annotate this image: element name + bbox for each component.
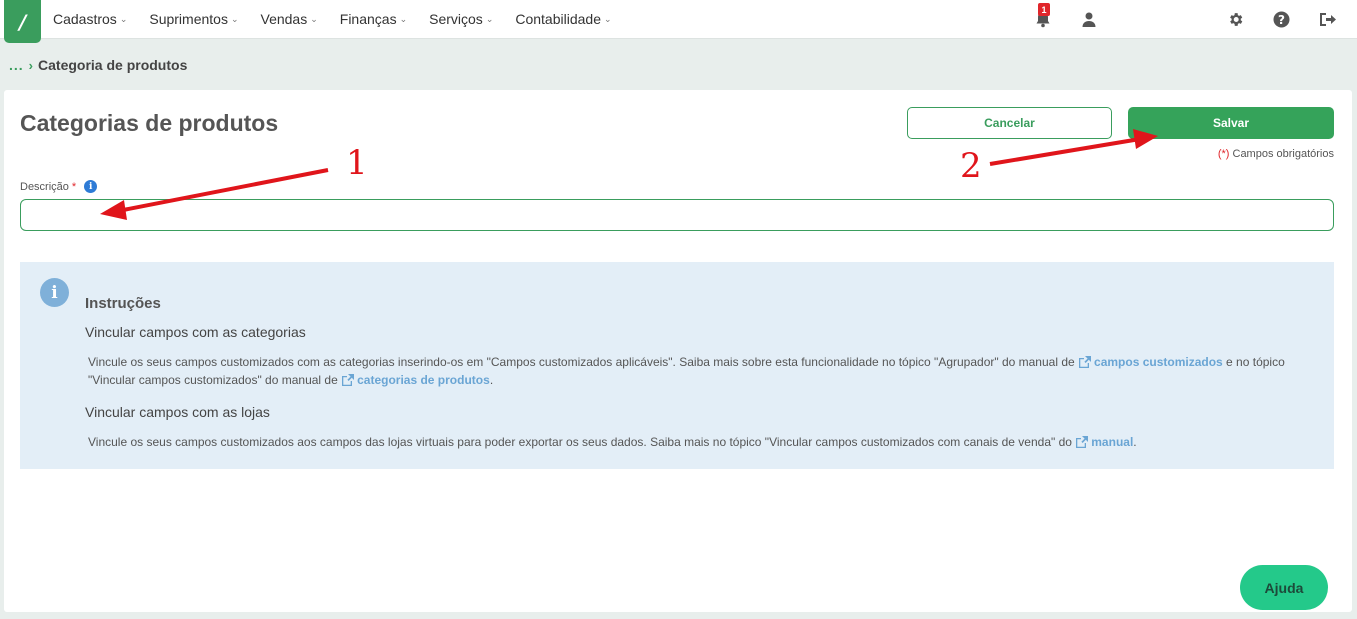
svg-text:?: ?: [1278, 12, 1285, 26]
top-navbar: / Cadastros ⌄ Suprimentos ⌄ Vendas ⌄ Finanç…: [0, 0, 1357, 43]
notification-badge: 1: [1038, 3, 1050, 16]
description-label-text: Descrição: [20, 180, 69, 193]
user-icon: [1082, 12, 1096, 27]
required-fields-note: (*) Campos obrigatórios: [1218, 148, 1334, 160]
external-link-icon: [342, 374, 355, 386]
gear-icon: [1229, 12, 1242, 26]
menu-label: Finanças: [339, 11, 397, 27]
menu-vendas[interactable]: Vendas ⌄: [261, 11, 318, 27]
logout-icon: [1319, 12, 1336, 26]
external-link-icon: [1076, 436, 1089, 448]
chevron-right-icon: ›: [28, 57, 34, 73]
section2-text-a: Vincule os seus campos customizados aos …: [88, 435, 1076, 449]
breadcrumb-current: Categoria de produtos: [38, 57, 188, 73]
menu-servicos[interactable]: Serviços ⌄: [429, 11, 493, 27]
page-title: Categorias de produtos: [20, 110, 279, 136]
app-logo[interactable]: /: [4, 0, 41, 43]
section2-title: Vincular campos com as lojas: [85, 404, 270, 420]
chevron-down-icon: ⌄: [119, 13, 128, 24]
external-link-icon: [1079, 356, 1092, 368]
info-icon[interactable]: i: [84, 180, 98, 193]
section2-text: Vincule os seus campos customizados aos …: [88, 433, 1308, 451]
chevron-down-icon: ⌄: [399, 13, 408, 24]
help-button-nav[interactable]: ?: [1270, 8, 1292, 30]
menu-label: Suprimentos: [149, 11, 228, 27]
chevron-down-icon: ⌄: [603, 13, 612, 24]
breadcrumb: ... › Categoria de produtos: [9, 57, 187, 73]
menu-financas[interactable]: Finanças ⌄: [340, 11, 407, 27]
section1-title: Vincular campos com as categorias: [85, 324, 306, 340]
info-circle-icon: i: [40, 278, 69, 307]
logout-button[interactable]: [1316, 8, 1338, 30]
menu-label: Cadastros: [53, 11, 117, 27]
question-icon: ?: [1273, 11, 1289, 27]
cancel-button[interactable]: Cancelar: [907, 107, 1112, 139]
menu-label: Contabilidade: [515, 11, 601, 27]
link-text: manual: [1091, 435, 1134, 449]
notifications-button[interactable]: 1: [1032, 3, 1054, 30]
annotation-number-2: 2: [960, 146, 982, 186]
settings-button[interactable]: [1224, 8, 1246, 30]
section1-text-c: .: [489, 373, 494, 387]
menu-suprimentos[interactable]: Suprimentos ⌄: [149, 11, 238, 27]
form-card: Categorias de produtos Cancelar Salvar (…: [4, 90, 1352, 612]
menu-contabilidade[interactable]: Contabilidade ⌄: [515, 11, 611, 27]
manual-link[interactable]: manual: [1075, 435, 1133, 449]
required-asterisk: *: [71, 180, 77, 193]
breadcrumb-ellipsis[interactable]: ...: [9, 57, 24, 73]
menu-label: Vendas: [260, 11, 308, 27]
help-floating-button[interactable]: Ajuda: [1240, 565, 1328, 610]
chevron-down-icon: ⌄: [230, 13, 239, 24]
link-text: campos customizados: [1094, 355, 1223, 369]
section1-text: Vincule os seus campos customizados com …: [88, 353, 1308, 389]
categorias-de-produtos-link[interactable]: categorias de produtos: [341, 373, 490, 387]
instructions-title: Instruções: [85, 295, 161, 312]
campos-customizados-link[interactable]: campos customizados: [1078, 355, 1223, 369]
section2-text-b: .: [1133, 435, 1137, 449]
user-button[interactable]: [1078, 8, 1100, 30]
required-note-text: Campos obrigatórios: [1232, 148, 1335, 160]
description-input[interactable]: [20, 199, 1334, 231]
instructions-panel: i Instruções Vincular campos com as cate…: [20, 262, 1334, 469]
description-label: Descrição * i: [20, 180, 98, 193]
annotation-number-1: 1: [346, 143, 368, 183]
section1-text-a: Vincule os seus campos customizados com …: [88, 355, 1079, 369]
save-button[interactable]: Salvar: [1128, 107, 1334, 139]
menu-label: Serviços: [429, 11, 483, 27]
required-mark: (*): [1217, 148, 1230, 160]
menu-cadastros[interactable]: Cadastros ⌄: [53, 11, 127, 27]
main-menu: Cadastros ⌄ Suprimentos ⌄ Vendas ⌄ Finanças…: [53, 0, 634, 38]
link-text: categorias de produtos: [357, 373, 490, 387]
chevron-down-icon: ⌄: [310, 13, 318, 24]
chevron-down-icon: ⌄: [485, 13, 494, 24]
